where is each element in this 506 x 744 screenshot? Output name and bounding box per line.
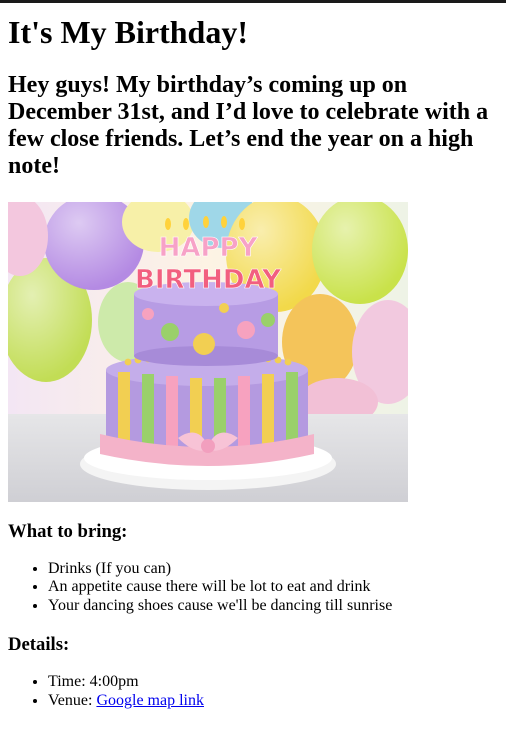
details-heading: Details:	[8, 634, 70, 656]
page-title: It's My Birthday!	[8, 14, 248, 50]
birthday-cake-image: BIRTHDAY HAPPY	[8, 202, 408, 502]
details-list: Time: 4:00pm Venue: Google map link	[8, 673, 498, 710]
candle-happy-text: HAPPY	[159, 233, 259, 263]
time-item: Time: 4:00pm	[48, 673, 498, 691]
what-to-bring-heading: What to bring:	[8, 521, 128, 542]
invitation-message: Hey guys! My birthday’s coming up on Dec…	[8, 72, 489, 179]
what-to-bring-list: Drinks (If you can) An appetite cause th…	[8, 560, 498, 615]
list-item: An appetite cause there will be lot to e…	[48, 578, 498, 596]
venue-item: Venue: Google map link	[48, 692, 498, 710]
list-item: Drinks (If you can)	[48, 560, 498, 578]
page-content: It's My Birthday! Hey guys! My birthday’…	[0, 14, 506, 710]
google-map-link[interactable]: Google map link	[96, 692, 204, 709]
venue-label: Venue:	[48, 691, 97, 709]
list-item: Your dancing shoes cause we'll be dancin…	[48, 597, 498, 615]
candle-birthday-text: BIRTHDAY	[135, 265, 282, 295]
